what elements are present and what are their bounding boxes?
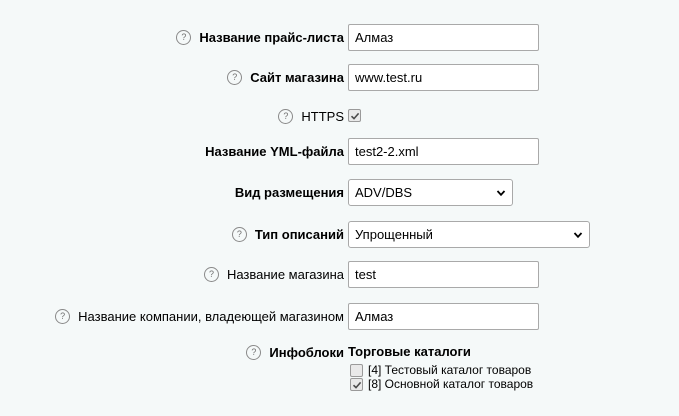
help-icon[interactable]: ? [231, 227, 247, 242]
infoblock-item[interactable]: [4] Тестовый каталог товаров [350, 363, 533, 377]
help-icon[interactable]: ? [203, 267, 219, 282]
price-list-name-label-group: ? Название прайс-листа [176, 24, 344, 51]
description-type-select[interactable]: Упрощенный [348, 221, 590, 248]
description-type-label-group: ? Тип описаний [231, 221, 344, 248]
infoblocks-label: Инфоблоки [269, 344, 344, 360]
infoblocks-list: [4] Тестовый каталог товаров [8] Основно… [348, 363, 533, 391]
shop-name-label-group: ? Название магазина [203, 261, 344, 288]
yml-file-name-label-group: Название YML-файла [205, 138, 344, 165]
price-list-name-field-wrap: Алмаз [348, 24, 539, 51]
infoblocks-label-group: ? Инфоблоки [246, 343, 344, 361]
placement-type-label: Вид размещения [234, 185, 344, 200]
placement-type-label-group: Вид размещения [235, 179, 344, 206]
shop-site-field-wrap: www.test.ru [348, 64, 539, 91]
infoblock-item[interactable]: [8] Основной каталог товаров [350, 377, 533, 391]
help-icon[interactable]: ? [176, 30, 192, 45]
checkmark-icon [350, 112, 360, 120]
https-label: HTTPS [301, 108, 344, 124]
https-checkbox[interactable] [348, 109, 361, 122]
company-name-label-group: ? Название компании, владеющей магазином [55, 303, 344, 330]
infoblock-checkbox[interactable] [350, 377, 363, 391]
infoblock-item-label: [8] Основной каталог товаров [368, 377, 534, 391]
company-name-input[interactable]: Алмаз [348, 303, 539, 330]
infoblocks-field-wrap: Торговые каталоги [4] Тестовый каталог т… [348, 344, 533, 391]
yml-file-name-input[interactable]: test2-2.xml [348, 138, 539, 165]
placement-type-field-wrap: ADV/DBS [348, 179, 513, 206]
help-icon[interactable]: ? [278, 108, 294, 124]
infoblocks-group-title: Торговые каталоги [348, 344, 471, 359]
placement-type-value: ADV/DBS [355, 185, 413, 200]
chevron-down-icon [496, 189, 506, 196]
description-type-field-wrap: Упрощенный [348, 221, 590, 248]
company-name-field-wrap: Алмаз [348, 303, 539, 330]
shop-site-label: Сайт магазина [250, 70, 344, 85]
help-icon[interactable]: ? [246, 344, 262, 360]
shop-name-input[interactable]: test [348, 261, 539, 288]
yml-file-name-label: Название YML-файла [205, 144, 344, 159]
description-type-value: Упрощенный [355, 227, 433, 242]
shop-site-input[interactable]: www.test.ru [348, 64, 539, 91]
price-list-name-input[interactable]: Алмаз [348, 24, 539, 51]
checkmark-icon [352, 381, 362, 389]
price-list-name-label: Название прайс-листа [199, 30, 344, 45]
description-type-label: Тип описаний [254, 227, 344, 242]
help-icon[interactable]: ? [55, 309, 71, 324]
shop-name-label: Название магазина [226, 267, 344, 282]
https-label-group: ? HTTPS [278, 104, 344, 128]
https-field-wrap [348, 109, 361, 127]
infoblock-item-label: [4] Тестовый каталог товаров [368, 363, 532, 377]
help-icon[interactable]: ? [227, 70, 243, 85]
form-panel: ? Название прайс-листа Алмаз ? Сайт мага… [0, 0, 679, 416]
company-name-label: Название компании, владеющей магазином [78, 309, 344, 324]
placement-type-select[interactable]: ADV/DBS [348, 179, 513, 206]
shop-site-label-group: ? Сайт магазина [227, 64, 344, 91]
chevron-down-icon [573, 231, 583, 238]
yml-file-name-field-wrap: test2-2.xml [348, 138, 539, 165]
infoblock-checkbox[interactable] [350, 363, 363, 377]
shop-name-field-wrap: test [348, 261, 539, 288]
